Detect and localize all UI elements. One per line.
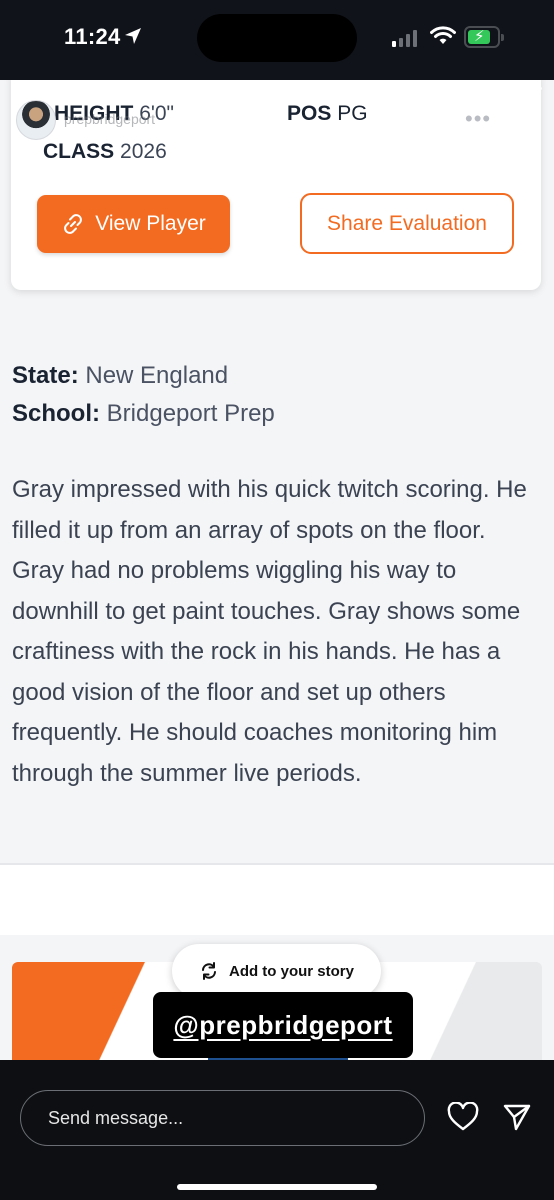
cellular-signal-icon bbox=[392, 29, 417, 47]
add-to-story-label: Add to your story bbox=[228, 962, 354, 980]
class-value: 2026 bbox=[120, 140, 167, 163]
position-label: POS bbox=[287, 102, 332, 125]
class-label: CLASS bbox=[43, 140, 115, 163]
location-arrow-icon bbox=[125, 28, 141, 44]
view-player-button[interactable]: View Player bbox=[37, 195, 230, 253]
school-field: School: Bridgeport Prep bbox=[12, 400, 275, 428]
position-value: PG bbox=[337, 102, 368, 125]
mention-sticker[interactable]: @prepbridgeport bbox=[153, 992, 413, 1058]
school-value: Bridgeport Prep bbox=[106, 400, 275, 427]
story-username[interactable]: prepbridgeport bbox=[64, 111, 155, 127]
send-message-placeholder: Send message... bbox=[48, 1107, 184, 1128]
state-value: New England bbox=[85, 362, 229, 389]
send-message-input[interactable]: Send message... bbox=[20, 1090, 425, 1146]
more-options-icon[interactable]: ••• bbox=[465, 106, 491, 132]
view-player-label: View Player bbox=[95, 212, 206, 235]
evaluation-text: Gray impressed with his quick twitch sco… bbox=[12, 476, 527, 787]
avatar[interactable] bbox=[16, 100, 56, 140]
link-icon bbox=[64, 214, 83, 234]
school-label: School: bbox=[12, 400, 100, 427]
wifi-icon bbox=[430, 26, 456, 44]
class-field: CLASS 2026 bbox=[43, 140, 167, 164]
repost-icon bbox=[201, 962, 216, 980]
add-to-story-button[interactable]: Add to your story bbox=[172, 944, 381, 998]
status-time: 11:24 bbox=[64, 24, 121, 49]
heart-icon[interactable] bbox=[447, 1102, 479, 1132]
bottom-bar: Send message... bbox=[0, 1060, 554, 1200]
share-evaluation-button[interactable]: Share Evaluation bbox=[300, 193, 514, 254]
battery-icon: ⚡ bbox=[464, 26, 504, 48]
home-indicator bbox=[177, 1184, 377, 1190]
share-evaluation-label: Share Evaluation bbox=[327, 211, 487, 235]
story-viewer[interactable]: HEIGHT 6'0" POS PG CLASS 2026 View Playe… bbox=[0, 80, 554, 1060]
story-progress-bar bbox=[12, 87, 542, 90]
dynamic-island bbox=[197, 14, 357, 62]
state-label: State: bbox=[12, 362, 79, 389]
close-icon[interactable] bbox=[513, 107, 541, 135]
mention-text: @prepbridgeport bbox=[173, 1009, 393, 1040]
state-field: State: New England bbox=[12, 362, 228, 390]
content-gap bbox=[0, 865, 554, 935]
status-bar: 11:24 ⚡ bbox=[0, 0, 554, 80]
position-field: POS PG bbox=[287, 102, 368, 126]
send-icon[interactable] bbox=[502, 1102, 532, 1132]
